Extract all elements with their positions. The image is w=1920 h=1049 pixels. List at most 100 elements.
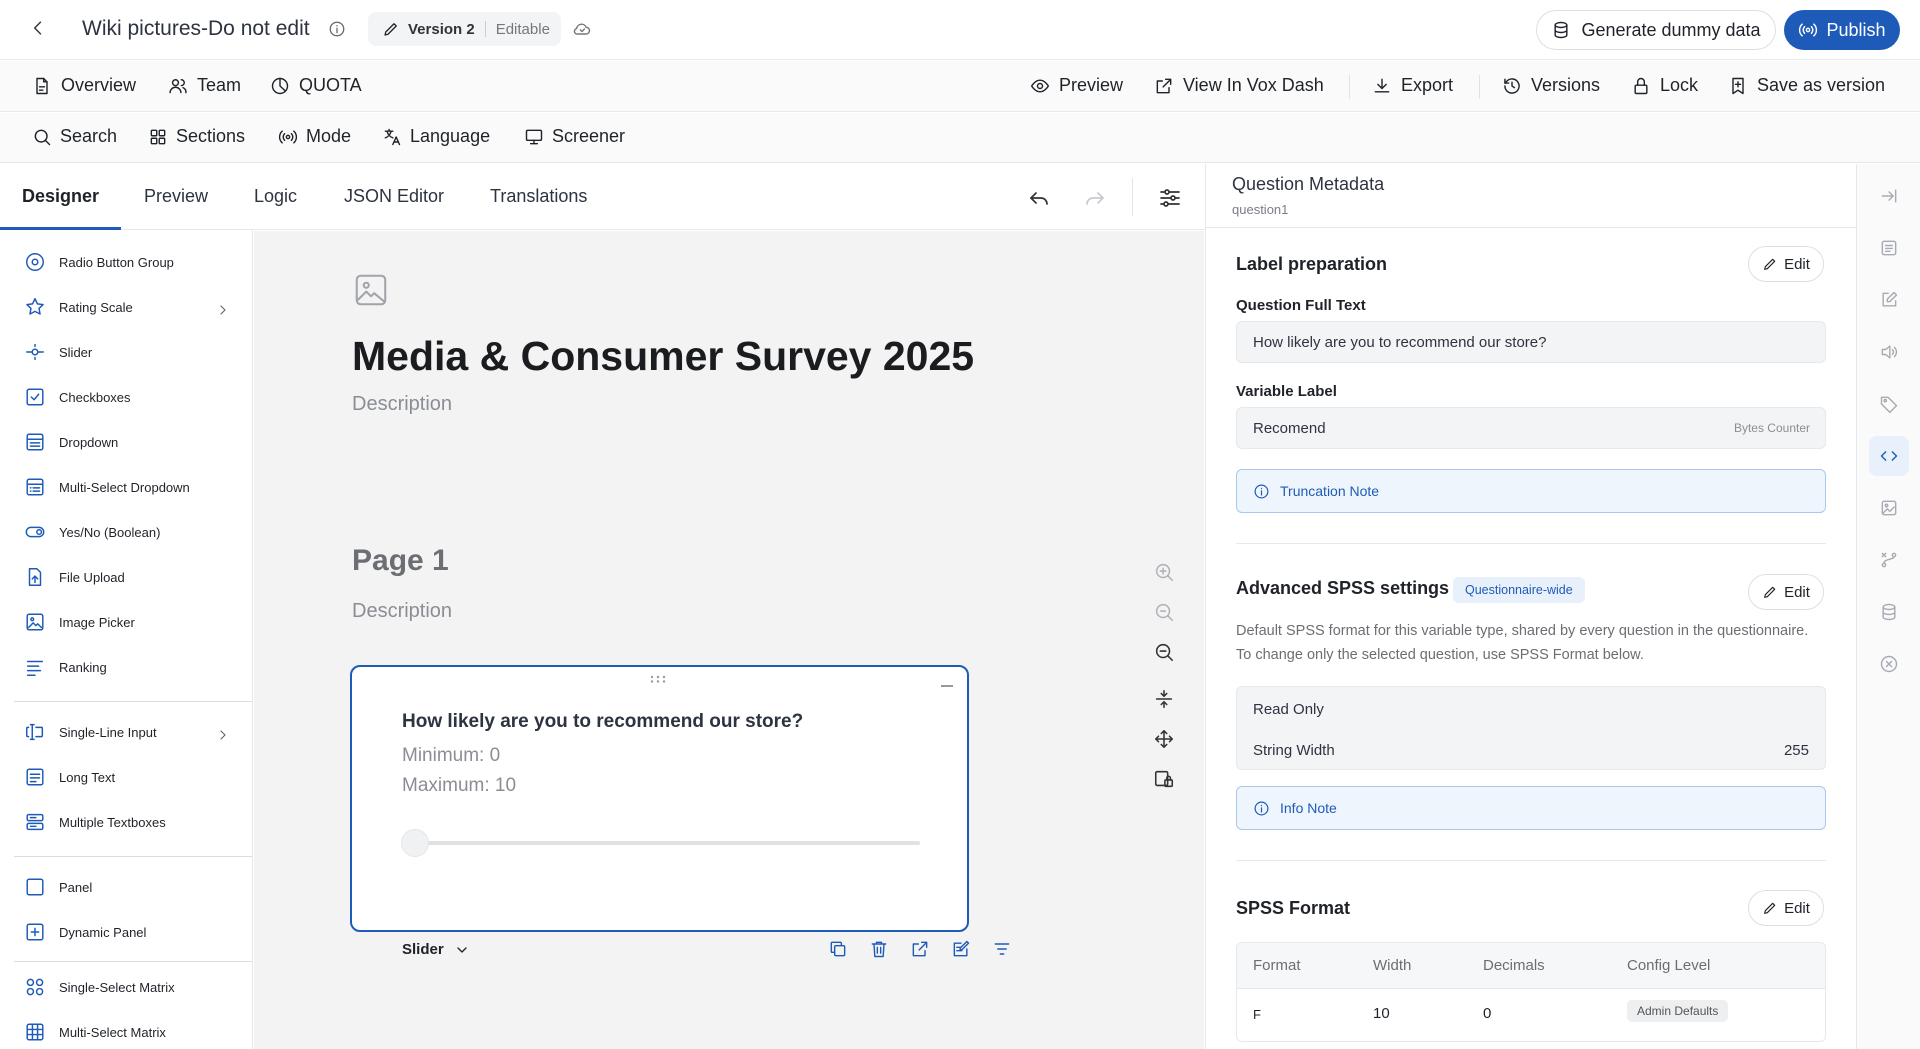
chevron-right-icon[interactable] [215, 727, 231, 743]
zoom-in-button[interactable] [1153, 561, 1175, 583]
drag-handle-icon[interactable] [650, 675, 666, 683]
palette-item-label: Ranking [59, 659, 107, 675]
palette-item-multi-textbox[interactable]: Multiple Textboxes [24, 811, 166, 833]
generate-dummy-data-button[interactable]: Generate dummy data [1536, 10, 1776, 50]
palette-item-multiselect[interactable]: Multi-Select Dropdown [24, 476, 190, 498]
collapse-panel-button[interactable] [1869, 176, 1909, 216]
nav-export[interactable]: Export [1372, 75, 1453, 96]
rail-close-button[interactable] [1869, 644, 1909, 684]
column-header: Decimals [1483, 957, 1545, 974]
version-selector[interactable]: Version 2 Editable [368, 12, 561, 46]
cloud-sync-icon[interactable] [572, 19, 592, 39]
tool-mode[interactable]: Mode [278, 126, 351, 147]
palette-item-dropdown[interactable]: Dropdown [24, 431, 118, 453]
rail-media-button[interactable] [1869, 488, 1909, 528]
external-link-icon [912, 941, 928, 957]
palette-item-single-line[interactable]: Single-Line Input [24, 721, 157, 743]
tab-json-editor[interactable]: JSON Editor [344, 186, 444, 207]
rail-logic-button[interactable] [1869, 540, 1909, 580]
rail-database-button[interactable] [1869, 592, 1909, 632]
nav-team[interactable]: Team [168, 75, 241, 96]
redo-button[interactable] [1083, 186, 1107, 210]
section-title-label-prep: Label preparation [1236, 254, 1388, 274]
pencil-icon [384, 23, 397, 36]
question-max-text: Maximum: 10 [402, 775, 517, 796]
nav-versions[interactable]: Versions [1502, 75, 1600, 96]
question-card[interactable]: How likely are you to recommend our stor… [350, 665, 1010, 958]
survey-logo-placeholder[interactable] [352, 271, 390, 309]
edit-spss-format-button[interactable]: Edit [1748, 890, 1824, 926]
palette-item-checkboxes[interactable]: Checkboxes [24, 386, 131, 408]
nav-overview[interactable]: Overview [32, 75, 136, 96]
nav-lock[interactable]: Lock [1631, 75, 1698, 96]
palette-item-dynamic-panel[interactable]: Dynamic Panel [24, 921, 146, 943]
palette-item-rating[interactable]: Rating Scale [24, 296, 133, 318]
slider-track[interactable] [412, 841, 920, 845]
undo-button[interactable] [1027, 186, 1051, 210]
palette-item-ranking[interactable]: Ranking [24, 656, 107, 678]
section-title-spss-format: SPSS Format [1236, 898, 1351, 918]
edit-label-prep-button[interactable]: Edit [1748, 246, 1824, 282]
metadata-panel: Question Metadata question1 Label prepar… [1205, 164, 1856, 1049]
truncation-note[interactable]: Truncation Note [1236, 469, 1826, 513]
table-header: Format Width Decimals Config Level [1237, 943, 1825, 989]
back-button[interactable] [28, 18, 52, 42]
tool-search[interactable]: Search [32, 126, 117, 147]
lock-view-button[interactable] [1153, 768, 1175, 790]
expand-all-button[interactable] [1153, 728, 1175, 750]
palette-item-panel[interactable]: Panel [24, 876, 92, 898]
nav-view-vox[interactable]: View In Vox Dash [1154, 75, 1324, 96]
divider [484, 21, 486, 37]
palette-item-long-text[interactable]: Long Text [24, 766, 115, 788]
filter-button[interactable] [992, 939, 1012, 959]
tag-icon [1880, 396, 1898, 414]
tool-screener[interactable]: Screener [524, 126, 625, 147]
edit-advanced-button[interactable]: Edit [1748, 574, 1824, 610]
collapse-button[interactable] [941, 685, 953, 687]
duplicate-button[interactable] [828, 939, 848, 959]
palette-item-image-picker[interactable]: Image Picker [24, 611, 135, 633]
rail-edit-button[interactable] [1869, 280, 1909, 320]
slider-thumb[interactable] [401, 829, 429, 857]
full-text-field[interactable]: How likely are you to recommend our stor… [1236, 321, 1826, 363]
palette-item-label: Rating Scale [59, 299, 133, 315]
nav-save-version[interactable]: Save as version [1728, 75, 1885, 96]
nav-preview[interactable]: Preview [1030, 75, 1123, 96]
survey-title[interactable]: Media & Consumer Survey 2025 [352, 333, 974, 380]
tab-designer[interactable]: Designer [22, 186, 99, 207]
tab-logic[interactable]: Logic [254, 186, 297, 207]
tab-preview[interactable]: Preview [144, 186, 208, 207]
info-note[interactable]: Info Note [1236, 786, 1826, 830]
palette-item-file-upload[interactable]: File Upload [24, 566, 125, 588]
rail-code-button[interactable] [1869, 436, 1909, 476]
palette-item-slider[interactable]: Slider [24, 341, 92, 363]
edit-question-button[interactable] [951, 939, 971, 959]
rail-audio-button[interactable] [1869, 332, 1909, 372]
zoom-fit-button[interactable] [1153, 601, 1175, 623]
tab-translations[interactable]: Translations [490, 186, 587, 207]
settings-sliders-button[interactable] [1158, 186, 1182, 210]
tool-sections[interactable]: Sections [148, 126, 245, 147]
question-type-dropdown[interactable]: Slider [402, 941, 470, 958]
nav-quota[interactable]: QUOTA [270, 75, 362, 96]
collapse-all-button[interactable] [1153, 688, 1175, 710]
survey-description[interactable]: Description [352, 393, 452, 416]
info-icon[interactable] [328, 20, 346, 38]
palette-item-multi-matrix[interactable]: Multi-Select Matrix [24, 1021, 166, 1043]
zoom-out-button[interactable] [1153, 641, 1175, 663]
tool-language[interactable]: Language [382, 126, 490, 147]
publish-button[interactable]: Publish [1784, 10, 1900, 50]
delete-button[interactable] [869, 939, 889, 959]
open-external-button[interactable] [910, 939, 930, 959]
question-title[interactable]: How likely are you to recommend our stor… [402, 711, 803, 733]
image-icon [355, 274, 387, 306]
palette-item-single-matrix[interactable]: Single-Select Matrix [24, 976, 175, 998]
chevron-right-icon[interactable] [215, 302, 231, 318]
palette-item-boolean[interactable]: Yes/No (Boolean) [24, 521, 160, 543]
page-description[interactable]: Description [352, 600, 452, 623]
page-title[interactable]: Page 1 [352, 544, 449, 578]
rail-tags-button[interactable] [1869, 384, 1909, 424]
palette-item-radio[interactable]: Radio Button Group [24, 251, 174, 273]
variable-label-field[interactable]: Recomend Bytes Counter [1236, 407, 1826, 449]
rail-properties-button[interactable] [1869, 228, 1909, 268]
